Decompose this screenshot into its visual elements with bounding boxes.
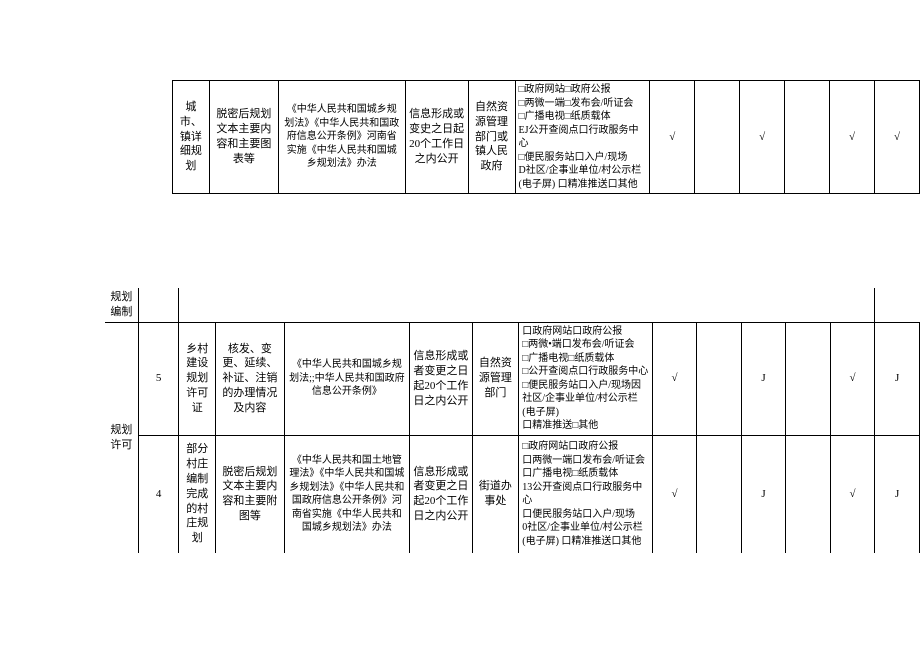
cell-timing: 信息形成或变史之日起20个工作日之内公开 xyxy=(405,81,468,194)
cell-check1: √ xyxy=(650,81,695,194)
cell-content: 核发、变更、延续、补证、注销的办理情况及内容 xyxy=(216,322,284,435)
cell-channels: 口政府网站口政府公报 □两微•端口发布会/听证会 □广播电视□纸质载体 □公开查… xyxy=(519,322,652,435)
cell-num: 4 xyxy=(138,435,179,553)
cell-content: 脱密后规划文本主要内容和主要附图等 xyxy=(216,435,284,553)
table-group-middle: 规划编制 规划许可 5 乡村建设规划许可证 核发、变更、延续、补证、注销的办理情… xyxy=(105,288,920,553)
cell-basis: 《中华人民共和国城乡规划法;;中华人民共和国政府信息公开条例》 xyxy=(284,322,410,435)
cell-check6: J xyxy=(875,435,920,553)
cell-check5: √ xyxy=(830,81,875,194)
cell-channels: □政府网站口政府公报 口两微一端口发布会/听证会 口广播电视□纸质载体 13公开… xyxy=(519,435,652,553)
cell-check3: J xyxy=(741,435,786,553)
cell-check3: √ xyxy=(740,81,785,194)
cell-plan-type: 乡村建设规划许可证 xyxy=(179,322,216,435)
table-row-4: 4 部分村庄编制完成的村庄规划 脱密后规划文本主要内容和主要附图等 《中华人民共… xyxy=(105,435,920,553)
cell-check2 xyxy=(697,322,741,435)
cell-num: 5 xyxy=(138,322,179,435)
cell-check1: √ xyxy=(652,435,697,553)
cell-check2 xyxy=(695,81,740,194)
cell-plan-type: 部分村庄编制完成的村庄规划 xyxy=(179,435,216,553)
cell-timing: 信息形成或者变更之日起20个工作日之内公开 xyxy=(410,322,472,435)
cell-check4 xyxy=(786,322,830,435)
cell-check4 xyxy=(786,435,830,553)
cell-check2 xyxy=(697,435,741,553)
cell-plan-type: 城市、镇详细规划 xyxy=(172,81,209,194)
cell-group-a: 规划编制 xyxy=(105,288,138,322)
cell-check6: J xyxy=(875,322,920,435)
cell-basis: 《中华人民共和国土地管理法》《中华人民共和国城乡规划法》《中华人民共和国政府信息… xyxy=(284,435,410,553)
table-row-5: 规划许可 5 乡村建设规划许可证 核发、变更、延续、补证、注销的办理情况及内容 … xyxy=(105,322,920,435)
cell-blank xyxy=(132,81,172,194)
cell-blank xyxy=(138,288,179,322)
cell-dept: 街道办事处 xyxy=(472,435,519,553)
cell-check6: √ xyxy=(874,81,919,194)
cell-check3: J xyxy=(741,322,786,435)
cell-check1: √ xyxy=(652,322,697,435)
cell-blank xyxy=(179,288,875,322)
cell-check5: √ xyxy=(830,435,875,553)
cell-check4 xyxy=(785,81,830,194)
cell-content: 脱密后规划文本主要内容和主要图表等 xyxy=(209,81,278,194)
cell-check5: √ xyxy=(830,322,875,435)
table-row-top: 城市、镇详细规划 脱密后规划文本主要内容和主要图表等 《中华人民共和国城乡规划法… xyxy=(132,80,920,194)
cell-channels: □政府网站□政府公报 □两微一端□发布会/听证会 □广播电视□纸质载体 EJ公开… xyxy=(515,81,650,194)
cell-basis: 《中华人民共和国城乡规划法》《中华人民共和国政府信息公开条例》河南省实施《中华人… xyxy=(278,81,405,194)
cell-timing: 信息形成或者变更之日起20个工作日之内公开 xyxy=(410,435,472,553)
cell-group-b: 规划许可 xyxy=(105,322,138,553)
cell-dept: 自然资源管理部门或镇人民政府 xyxy=(468,81,515,194)
cell-dept: 自然资源管理部门 xyxy=(472,322,519,435)
